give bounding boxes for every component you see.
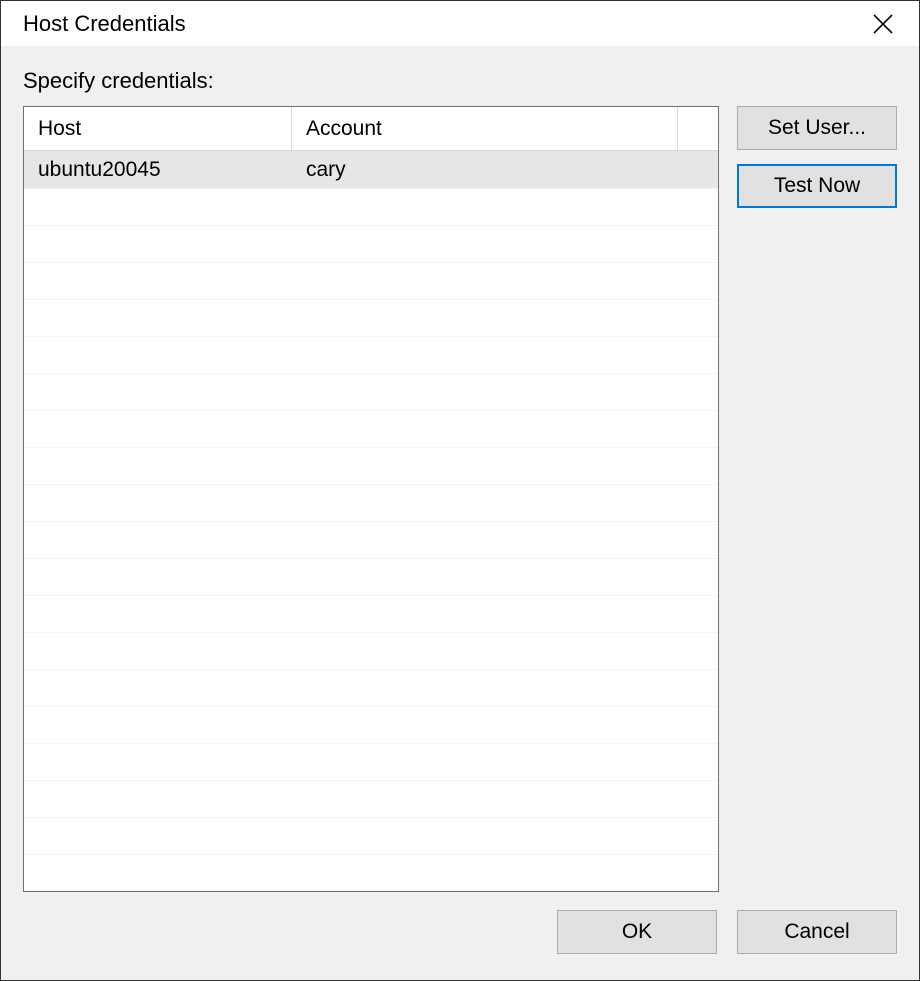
content-row: Host Account ubuntu20045cary Set User...… (23, 106, 897, 892)
test-now-button[interactable]: Test Now (737, 164, 897, 208)
table-row-empty (24, 484, 718, 521)
cell-status (678, 151, 718, 188)
table-row-empty (24, 854, 718, 891)
table-row-empty (24, 373, 718, 410)
table-row-empty (24, 521, 718, 558)
table-row-empty (24, 743, 718, 780)
set-user-button[interactable]: Set User... (737, 106, 897, 150)
table-row-empty (24, 817, 718, 854)
table-row-empty (24, 410, 718, 447)
table-row-empty (24, 558, 718, 595)
table-row-empty (24, 299, 718, 336)
cell-host: ubuntu20045 (24, 151, 292, 188)
table-row-empty (24, 706, 718, 743)
table-row-empty (24, 262, 718, 299)
close-button[interactable] (863, 4, 903, 44)
table-row-empty (24, 595, 718, 632)
specify-credentials-label: Specify credentials: (23, 68, 897, 94)
close-icon (872, 13, 894, 35)
credentials-table[interactable]: Host Account ubuntu20045cary (23, 106, 719, 892)
table-row-empty (24, 780, 718, 817)
table-row-empty (24, 669, 718, 706)
column-header-status (678, 107, 718, 151)
table-body: ubuntu20045cary (24, 151, 718, 891)
host-credentials-dialog: Host Credentials Specify credentials: Ho… (0, 0, 920, 981)
cell-account: cary (292, 151, 678, 188)
dialog-body: Specify credentials: Host Account ubuntu… (1, 46, 919, 980)
cancel-button[interactable]: Cancel (737, 910, 897, 954)
bottom-buttons: OK Cancel (23, 892, 897, 954)
ok-button[interactable]: OK (557, 910, 717, 954)
table-row-empty (24, 336, 718, 373)
table-row-empty (24, 188, 718, 225)
table-row-empty (24, 447, 718, 484)
column-header-account[interactable]: Account (292, 107, 678, 151)
title-bar: Host Credentials (1, 1, 919, 46)
column-header-host[interactable]: Host (24, 107, 292, 151)
table-row-empty (24, 225, 718, 262)
table-header: Host Account (24, 107, 718, 151)
dialog-title: Host Credentials (23, 11, 186, 37)
table-row-empty (24, 632, 718, 669)
side-buttons: Set User... Test Now (737, 106, 897, 208)
table-row[interactable]: ubuntu20045cary (24, 151, 718, 188)
